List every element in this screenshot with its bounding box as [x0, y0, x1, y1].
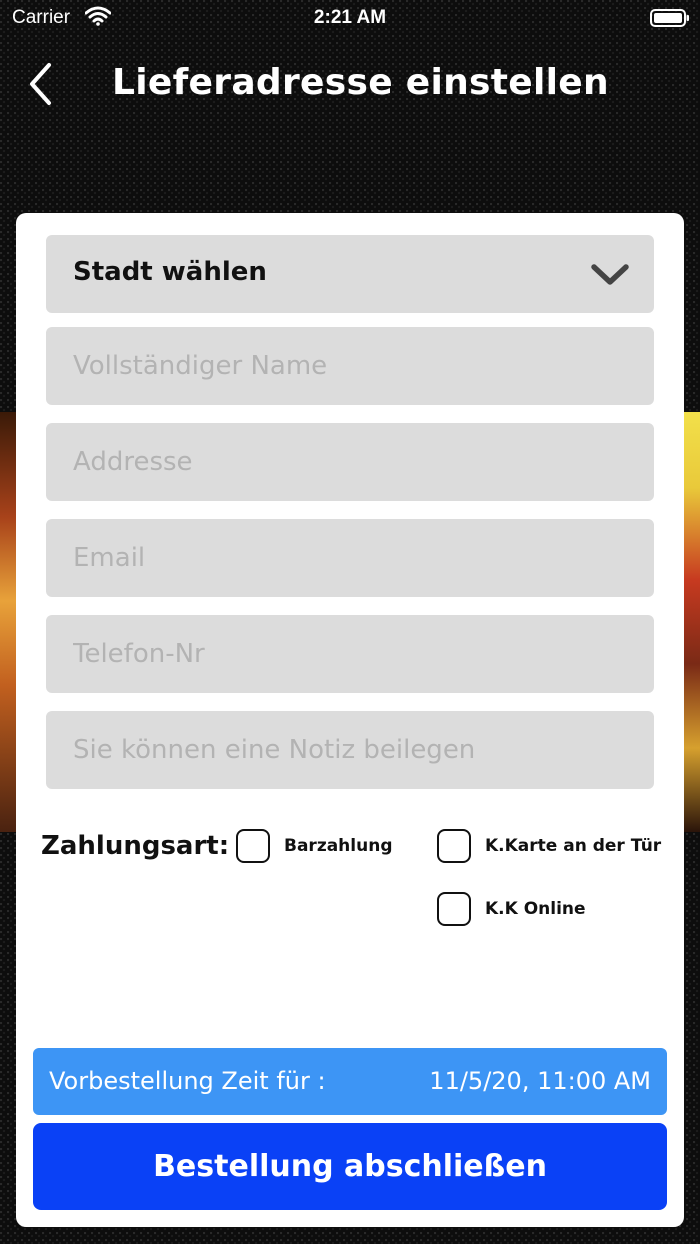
note-input[interactable] [46, 711, 654, 789]
checkbox-card-online[interactable] [437, 892, 471, 926]
payment-option-card-online[interactable]: K.K Online [437, 892, 586, 926]
navigation-bar: Lieferadresse einstellen [0, 54, 700, 118]
status-bar: Carrier 2:21 AM [0, 0, 700, 40]
preorder-time-label: Vorbestellung Zeit für : [49, 1067, 326, 1095]
payment-method-label: Zahlungsart: [41, 831, 230, 861]
battery-icon [650, 8, 690, 33]
back-button[interactable] [18, 60, 62, 108]
payment-option-label: K.K Online [485, 899, 586, 919]
phone-input[interactable] [46, 615, 654, 693]
city-select-label: Stadt wählen [73, 257, 267, 287]
preorder-time-value: 11/5/20, 11:00 AM [429, 1067, 651, 1095]
payment-option-cash[interactable]: Barzahlung [236, 829, 392, 863]
complete-order-button[interactable]: Bestellung abschließen [33, 1123, 667, 1210]
status-time: 2:21 AM [313, 7, 387, 28]
background-food-image-right [682, 412, 700, 832]
payment-option-card-at-door[interactable]: K.Karte an der Tür [437, 829, 661, 863]
chevron-down-icon [591, 264, 629, 285]
preorder-time-picker[interactable]: Vorbestellung Zeit für : 11/5/20, 11:00 … [33, 1048, 667, 1115]
checkbox-card-at-door[interactable] [437, 829, 471, 863]
city-select-dropdown[interactable]: Stadt wählen [46, 235, 654, 313]
payment-option-label: K.Karte an der Tür [485, 836, 662, 856]
chevron-left-icon [30, 63, 51, 105]
address-input[interactable] [46, 423, 654, 501]
full-name-input[interactable] [46, 327, 654, 405]
page-title: Lieferadresse einstellen [112, 62, 609, 103]
payment-option-label: Barzahlung [284, 836, 393, 856]
email-input[interactable] [46, 519, 654, 597]
address-form-card: Stadt wählen Zahlungsart: Barzahlung K.K… [16, 213, 684, 1227]
checkbox-cash[interactable] [236, 829, 270, 863]
